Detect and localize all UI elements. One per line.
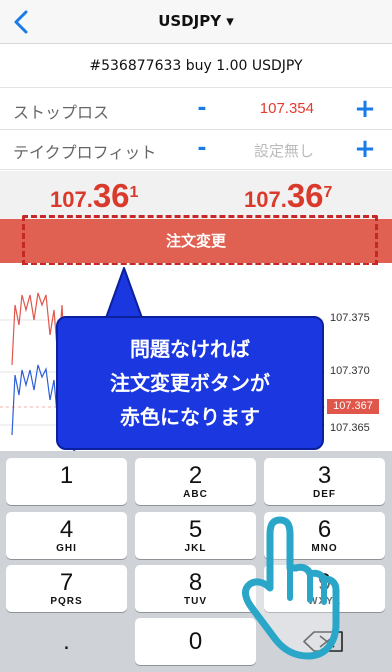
- order-summary: #536877633 buy 1.00 USDJPY: [0, 44, 392, 88]
- key-letters: PQRS: [50, 596, 83, 607]
- price-axis-label: 107.375: [330, 312, 370, 324]
- take-profit-row: テイクプロフィット - 設定無し +: [0, 128, 392, 170]
- key-digit: 4: [59, 516, 74, 543]
- callout-line: 問題なければ: [130, 337, 250, 361]
- stop-loss-row: ストップロス - 107.354 +: [0, 88, 392, 130]
- key-digit: 7: [59, 569, 74, 596]
- take-profit-label: テイクプロフィット: [13, 143, 157, 162]
- key-1[interactable]: 1: [6, 458, 127, 505]
- highlight-frame: [22, 215, 378, 266]
- stop-loss-value[interactable]: 107.354: [218, 100, 314, 117]
- key-2[interactable]: 2 ABC: [135, 458, 256, 505]
- key-dot[interactable]: .: [6, 618, 127, 665]
- quote-bar: 107.361 107.367: [0, 171, 392, 221]
- ask-price-pips: 36: [286, 177, 324, 214]
- key-digit: 2: [188, 462, 203, 489]
- key-3[interactable]: 3 DEF: [264, 458, 385, 505]
- key-digit: 1: [59, 462, 74, 489]
- bid-price: 107.361: [50, 177, 138, 215]
- callout-tail: [105, 267, 143, 319]
- stop-loss-plus-button[interactable]: +: [351, 93, 379, 125]
- callout-line: 注文変更ボタンが: [110, 371, 270, 395]
- key-letters: DEF: [313, 489, 336, 500]
- key-4[interactable]: 4 GHI: [6, 512, 127, 559]
- nav-bar: USDJPY ▾: [0, 0, 392, 44]
- symbol-selector[interactable]: USDJPY ▾: [0, 12, 392, 30]
- pointing-hand-icon: [242, 516, 340, 660]
- bid-price-fraction: 1: [129, 183, 139, 201]
- stop-loss-minus-button[interactable]: -: [190, 94, 214, 124]
- current-price-label: 107.367: [327, 399, 379, 414]
- ask-price: 107.367: [244, 177, 332, 215]
- price-axis-label: 107.365: [330, 422, 370, 434]
- key-letters: GHI: [56, 543, 77, 554]
- bid-price-prefix: 107.: [50, 187, 93, 212]
- take-profit-plus-button[interactable]: +: [351, 133, 379, 165]
- key-letters: ABC: [183, 489, 208, 500]
- stop-loss-label: ストップロス: [13, 103, 110, 122]
- instruction-callout: 問題なければ 注文変更ボタンが 赤色になります: [56, 316, 324, 450]
- callout-line: 赤色になります: [120, 405, 260, 429]
- bid-price-pips: 36: [92, 177, 130, 214]
- take-profit-value[interactable]: 設定無し: [218, 140, 314, 161]
- price-axis-label: 107.370: [330, 365, 370, 377]
- key-7[interactable]: 7 PQRS: [6, 565, 127, 612]
- ask-price-prefix: 107.: [244, 187, 287, 212]
- ask-price-fraction: 7: [323, 183, 333, 201]
- take-profit-minus-button[interactable]: -: [190, 134, 214, 164]
- key-digit: 3: [317, 462, 332, 489]
- key-digit: .: [63, 628, 70, 655]
